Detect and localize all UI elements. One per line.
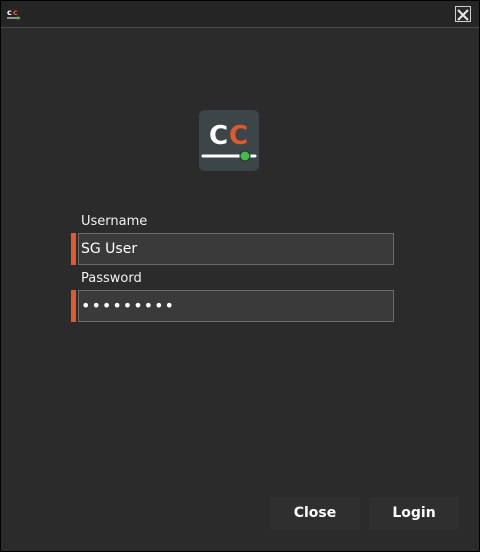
password-label: Password xyxy=(81,271,142,286)
close-x-glyph xyxy=(457,9,469,21)
svg-text:c: c xyxy=(7,8,12,17)
password-input[interactable]: ••••••••• xyxy=(78,290,394,322)
username-field[interactable]: SG User xyxy=(71,233,394,265)
login-button[interactable]: Login xyxy=(369,497,459,529)
close-button[interactable]: Close xyxy=(270,497,360,529)
logo-letter-right: C xyxy=(229,121,248,151)
username-input[interactable]: SG User xyxy=(78,233,394,265)
cc-app-icon: c c xyxy=(5,5,23,23)
password-field[interactable]: ••••••••• xyxy=(71,290,394,322)
logo-letter-left: C xyxy=(209,121,228,151)
svg-text:c: c xyxy=(13,8,18,17)
password-accent-bar xyxy=(71,290,76,322)
close-icon[interactable] xyxy=(455,6,471,22)
username-label: Username xyxy=(81,214,148,229)
title-bar: c c xyxy=(1,1,479,28)
username-accent-bar xyxy=(71,233,76,265)
cc-logo-mark: C C xyxy=(201,121,257,162)
cc-logo: C C xyxy=(199,110,259,171)
login-dialog: c c C C Username SG User Password ••••••… xyxy=(0,0,480,552)
